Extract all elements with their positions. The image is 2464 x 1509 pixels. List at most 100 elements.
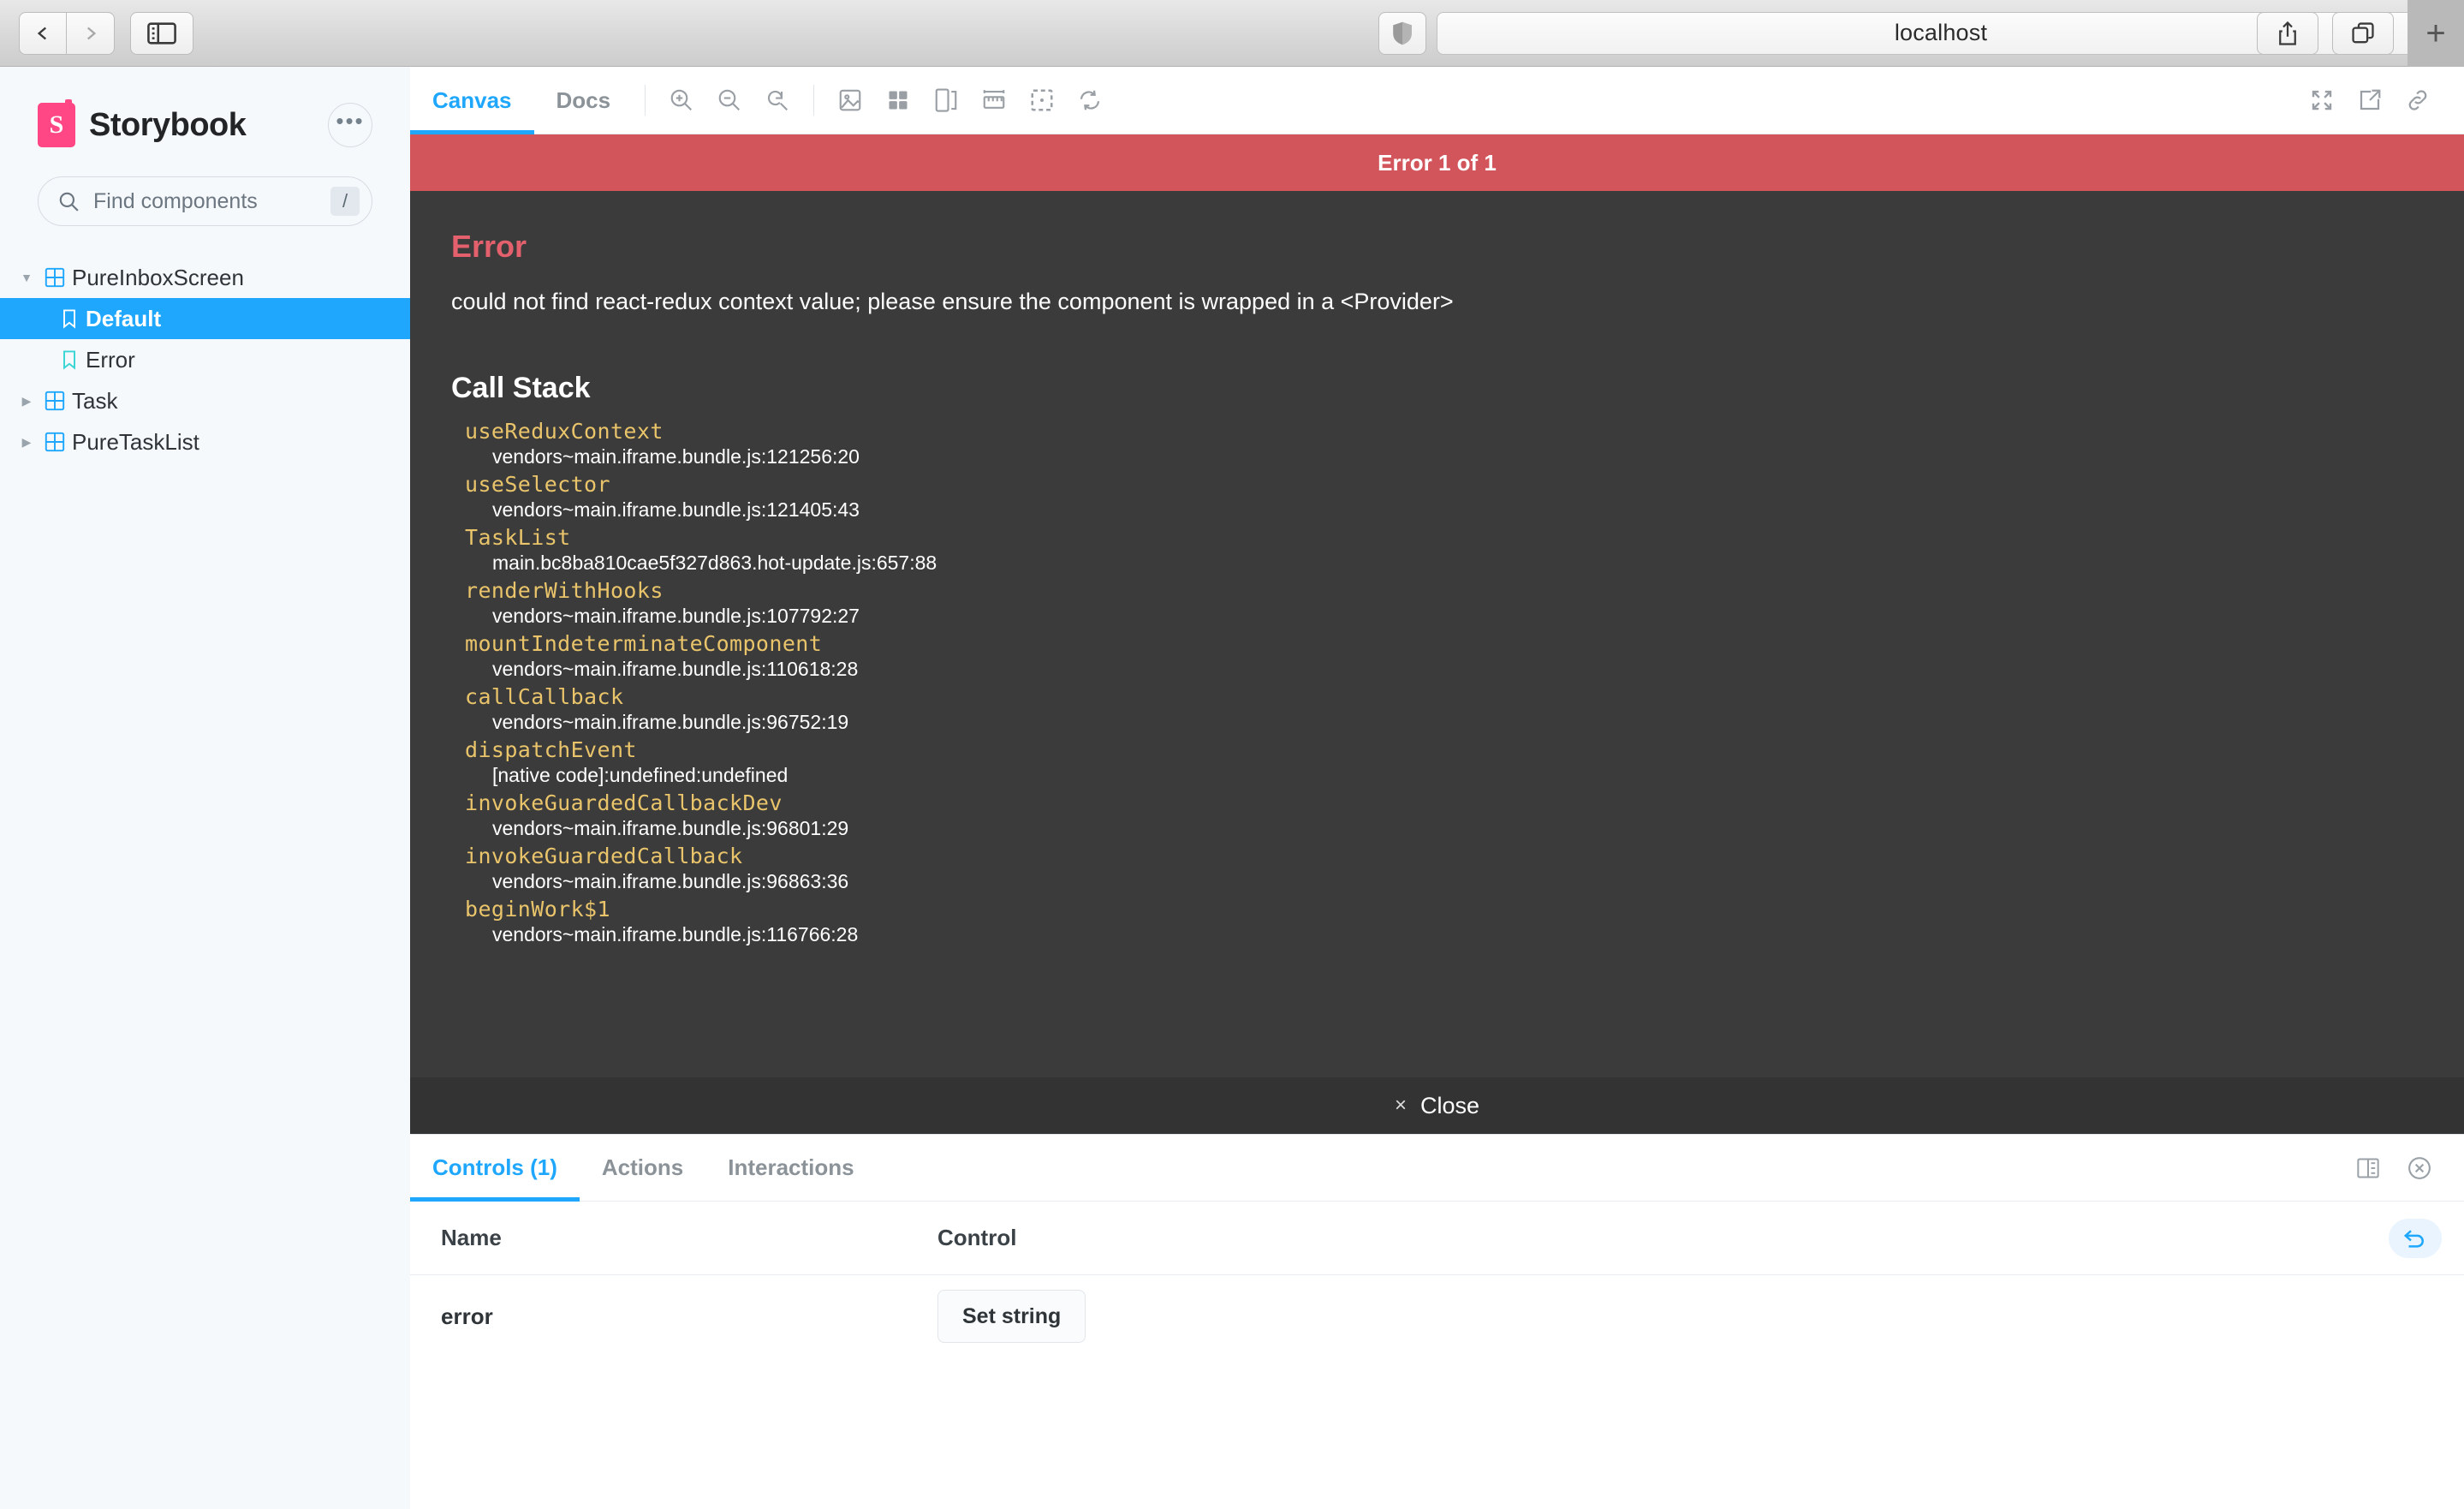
toolbar-right-actions [2298, 76, 2442, 124]
tab-overview-button[interactable] [2332, 12, 2394, 55]
call-stack-frame: callCallback vendors~main.iframe.bundle.… [451, 684, 2423, 734]
error-close-button[interactable]: × Close [410, 1077, 2464, 1134]
call-stack-frame: invokeGuardedCallbackDev vendors~main.if… [451, 790, 2423, 840]
frame-function: useReduxContext [465, 419, 664, 444]
frame-location: main.bc8ba810cae5f327d863.hot-update.js:… [492, 552, 937, 574]
close-x-icon: × [1394, 1094, 1407, 1117]
frame-function: mountIndeterminateComponent [465, 631, 823, 656]
chevron-right-icon[interactable]: ▶ [15, 394, 38, 409]
sidebar-menu-button[interactable]: ••• [328, 103, 372, 147]
call-stack-list: useReduxContext vendors~main.iframe.bund… [451, 419, 2423, 946]
zoom-reset-icon [768, 91, 789, 111]
brand-title: Storybook [89, 106, 247, 143]
component-icon [38, 432, 72, 452]
sidebar-item-label: PureTaskList [72, 428, 199, 455]
chevron-down-icon[interactable]: ▼ [15, 271, 38, 284]
zoom-reset-button[interactable] [753, 76, 801, 124]
control-name: error [441, 1303, 493, 1329]
tab-actions-label: Actions [601, 1154, 684, 1180]
reset-controls-button[interactable] [2389, 1218, 2442, 1258]
back-button[interactable] [19, 11, 67, 55]
tab-canvas[interactable]: Canvas [410, 67, 534, 134]
frame-function: invokeGuardedCallbackDev [465, 790, 783, 815]
error-message: could not find react-redux context value… [451, 289, 1454, 314]
table-row: error Set string [410, 1275, 2464, 1357]
chevron-right-icon [86, 27, 96, 39]
controls-table-empty-space [410, 1357, 2464, 1509]
focus-outline-button[interactable] [1018, 76, 1066, 124]
open-new-tab-button[interactable] [2346, 76, 2394, 124]
tab-overview-icon [2352, 22, 2374, 44]
error-close-label: Close [1419, 1092, 1480, 1118]
privacy-report-button[interactable] [1378, 11, 1426, 55]
fullscreen-button[interactable] [2298, 76, 2346, 124]
toolbar-divider [813, 85, 815, 116]
grid-component-icon [45, 391, 65, 411]
tab-controls[interactable]: Controls (1) [410, 1135, 580, 1202]
url-text: localhost [1894, 20, 1988, 45]
outline-button[interactable] [922, 76, 970, 124]
call-stack-frame: beginWork$1 vendors~main.iframe.bundle.j… [451, 897, 2423, 946]
forward-button[interactable] [67, 11, 115, 55]
zoom-in-button[interactable] [658, 76, 705, 124]
sidebar-item-error[interactable]: Error [0, 339, 410, 380]
tab-interactions-label: Interactions [728, 1154, 854, 1180]
main-area: Canvas Docs Error 1 of 1 Error could not… [410, 67, 2464, 1509]
nav-buttons [19, 11, 115, 55]
addons-tabs: Controls (1) Actions Interactions [410, 1135, 2464, 1202]
tab-canvas-label: Canvas [432, 86, 512, 113]
controls-table-header: Name Control [410, 1202, 2464, 1275]
call-stack-frame: renderWithHooks vendors~main.iframe.bund… [451, 578, 2423, 628]
story-icon [53, 308, 86, 329]
zoom-out-button[interactable] [705, 76, 753, 124]
remount-button[interactable] [1066, 76, 1114, 124]
storybook-logo-icon: S [38, 99, 75, 147]
component-icon [38, 267, 72, 288]
sidebar-item-pureinboxscreen[interactable]: ▼ PureInboxScreen [0, 257, 410, 298]
frame-function: dispatchEvent [465, 737, 637, 762]
measure-button[interactable] [970, 76, 1018, 124]
backgrounds-button[interactable] [826, 76, 874, 124]
zoom-in-icon [670, 89, 693, 111]
frame-location: [native code]:undefined:undefined [492, 764, 789, 786]
canvas-preview: Error 1 of 1 Error could not find react-… [410, 134, 2464, 1134]
search-row: Find components / [0, 147, 410, 226]
set-string-label: Set string [962, 1303, 1062, 1328]
addons-panel: Controls (1) Actions Interactions Name C… [410, 1134, 2464, 1509]
grid-component-icon [45, 267, 65, 288]
share-button[interactable] [2257, 12, 2318, 55]
frame-function: beginWork$1 [465, 897, 610, 922]
undo-icon [2403, 1229, 2424, 1248]
call-stack-title: Call Stack [451, 372, 591, 404]
new-tab-button[interactable]: + [2407, 0, 2464, 67]
sidebar-item-default[interactable]: Default [0, 298, 410, 339]
frame-function: callCallback [465, 684, 624, 709]
tab-docs[interactable]: Docs [534, 67, 634, 134]
sidebar-item-task[interactable]: ▶ Task [0, 380, 410, 421]
outline-icon [935, 88, 957, 112]
addons-panel-actions [2346, 1146, 2442, 1190]
tab-actions[interactable]: Actions [580, 1135, 705, 1202]
set-string-button[interactable]: Set string [937, 1290, 1086, 1343]
chevron-left-icon [37, 27, 47, 39]
sidebar-item-puretasklist[interactable]: ▶ PureTaskList [0, 421, 410, 462]
frame-location: vendors~main.iframe.bundle.js:96863:36 [492, 870, 849, 892]
storybook-app: S Storybook ••• Find components / ▼ Pure… [0, 67, 2464, 1509]
chevron-right-icon[interactable]: ▶ [15, 435, 38, 450]
tab-controls-label: Controls (1) [432, 1154, 557, 1180]
panel-close-button[interactable] [2397, 1146, 2442, 1190]
focus-dot-icon [1040, 98, 1045, 102]
copy-link-button[interactable] [2394, 76, 2442, 124]
sidebar-toggle-button[interactable] [130, 11, 193, 55]
component-icon [38, 391, 72, 411]
panel-position-button[interactable] [2346, 1146, 2390, 1190]
call-stack-frame: TaskList main.bc8ba810cae5f327d863.hot-u… [451, 525, 2423, 575]
search-input[interactable]: Find components / [38, 176, 372, 226]
measure-icon [983, 90, 1005, 109]
frame-function: invokeGuardedCallback [465, 844, 743, 868]
call-stack-frame: mountIndeterminateComponent vendors~main… [451, 631, 2423, 681]
grid-button[interactable] [874, 76, 922, 124]
tab-interactions[interactable]: Interactions [705, 1135, 876, 1202]
frame-location: vendors~main.iframe.bundle.js:107792:27 [492, 605, 860, 627]
new-tab-label: + [2425, 15, 2446, 52]
